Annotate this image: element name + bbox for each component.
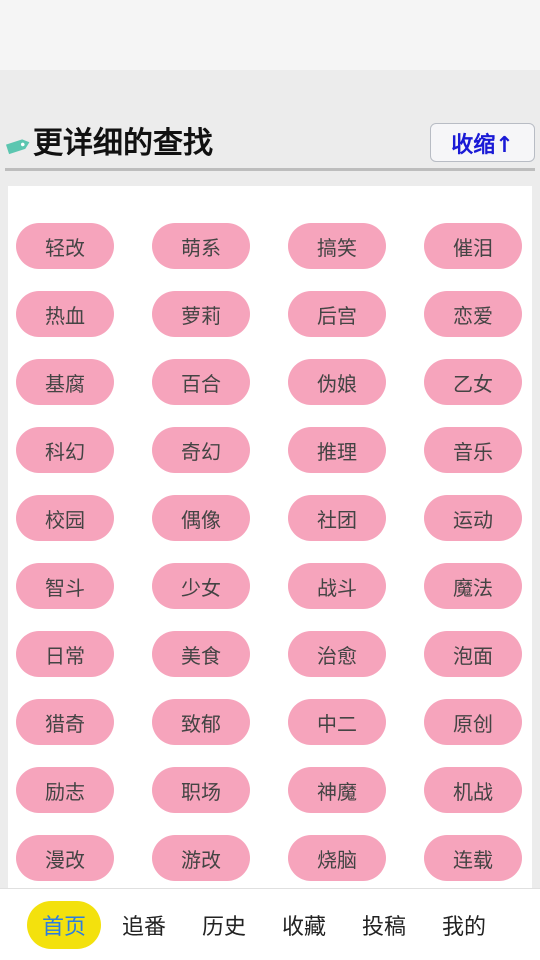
tag-button[interactable]: 日常 <box>16 631 114 677</box>
tag-button[interactable]: 萌系 <box>152 223 250 269</box>
tag-button[interactable]: 智斗 <box>16 563 114 609</box>
tag-button[interactable]: 少女 <box>152 563 250 609</box>
tag-button[interactable]: 泡面 <box>424 631 522 677</box>
tag-button[interactable]: 奇幻 <box>152 427 250 473</box>
tag-button[interactable]: 恋爱 <box>424 291 522 337</box>
tag-button[interactable]: 原创 <box>424 699 522 745</box>
tag-button[interactable]: 推理 <box>288 427 386 473</box>
tag-button[interactable]: 社团 <box>288 495 386 541</box>
tag-button[interactable]: 职场 <box>152 767 250 813</box>
tag-button[interactable]: 基腐 <box>16 359 114 405</box>
collapse-button[interactable]: 收缩↑ <box>430 123 535 162</box>
tag-panel: 轻改 萌系 搞笑 催泪热血 萝莉 后宫 恋爱基腐 百合 伪娘 乙女科幻 奇幻 推理 音乐校园 偶像 社团 运动… <box>8 186 532 898</box>
tag-button[interactable]: 机战 <box>424 767 522 813</box>
tag-button[interactable]: 乙女 <box>424 359 522 405</box>
tag-button[interactable]: 游改 <box>152 835 250 881</box>
nav-item[interactable]: 首页 <box>27 901 101 949</box>
tag-button[interactable]: 神魔 <box>288 767 386 813</box>
bottom-nav: 首页 追番 历史 收藏 投稿 我的 <box>0 888 540 960</box>
tag-button[interactable]: 连载 <box>424 835 522 881</box>
tag-button[interactable]: 致郁 <box>152 699 250 745</box>
tag-icon <box>5 139 30 155</box>
tag-button[interactable]: 偶像 <box>152 495 250 541</box>
tag-button[interactable]: 后宫 <box>288 291 386 337</box>
tag-button[interactable]: 轻改 <box>16 223 114 269</box>
tag-button[interactable]: 音乐 <box>424 427 522 473</box>
tag-button[interactable]: 励志 <box>16 767 114 813</box>
nav-item[interactable]: 历史 <box>187 901 261 949</box>
section-title: 更详细的查找 <box>33 126 213 161</box>
tag-button[interactable]: 治愈 <box>288 631 386 677</box>
tag-button[interactable]: 烧脑 <box>288 835 386 881</box>
section-divider <box>5 168 535 171</box>
tag-button[interactable]: 校园 <box>16 495 114 541</box>
tag-button[interactable]: 战斗 <box>288 563 386 609</box>
tag-button[interactable]: 中二 <box>288 699 386 745</box>
tag-button[interactable]: 运动 <box>424 495 522 541</box>
tag-button[interactable]: 科幻 <box>16 427 114 473</box>
tag-button[interactable]: 萝莉 <box>152 291 250 337</box>
tag-button[interactable]: 催泪 <box>424 223 522 269</box>
nav-item[interactable]: 我的 <box>427 901 501 949</box>
tag-button[interactable]: 搞笑 <box>288 223 386 269</box>
tag-button[interactable]: 美食 <box>152 631 250 677</box>
section-header: 更详细的查找 收缩↑ <box>0 118 540 171</box>
nav-item[interactable]: 收藏 <box>267 901 341 949</box>
tag-button[interactable]: 伪娘 <box>288 359 386 405</box>
nav-item[interactable]: 追番 <box>107 901 181 949</box>
tag-button[interactable]: 百合 <box>152 359 250 405</box>
tag-button[interactable]: 魔法 <box>424 563 522 609</box>
tag-grid: 轻改 萌系 搞笑 催泪热血 萝莉 后宫 恋爱基腐 百合 伪娘 乙女科幻 奇幻 推理 音乐校园 偶像 社团 运动… <box>16 223 522 881</box>
status-bar <box>0 0 540 70</box>
nav-item[interactable]: 投稿 <box>347 901 421 949</box>
tag-button[interactable]: 漫改 <box>16 835 114 881</box>
tag-button[interactable]: 猎奇 <box>16 699 114 745</box>
tag-button[interactable]: 热血 <box>16 291 114 337</box>
